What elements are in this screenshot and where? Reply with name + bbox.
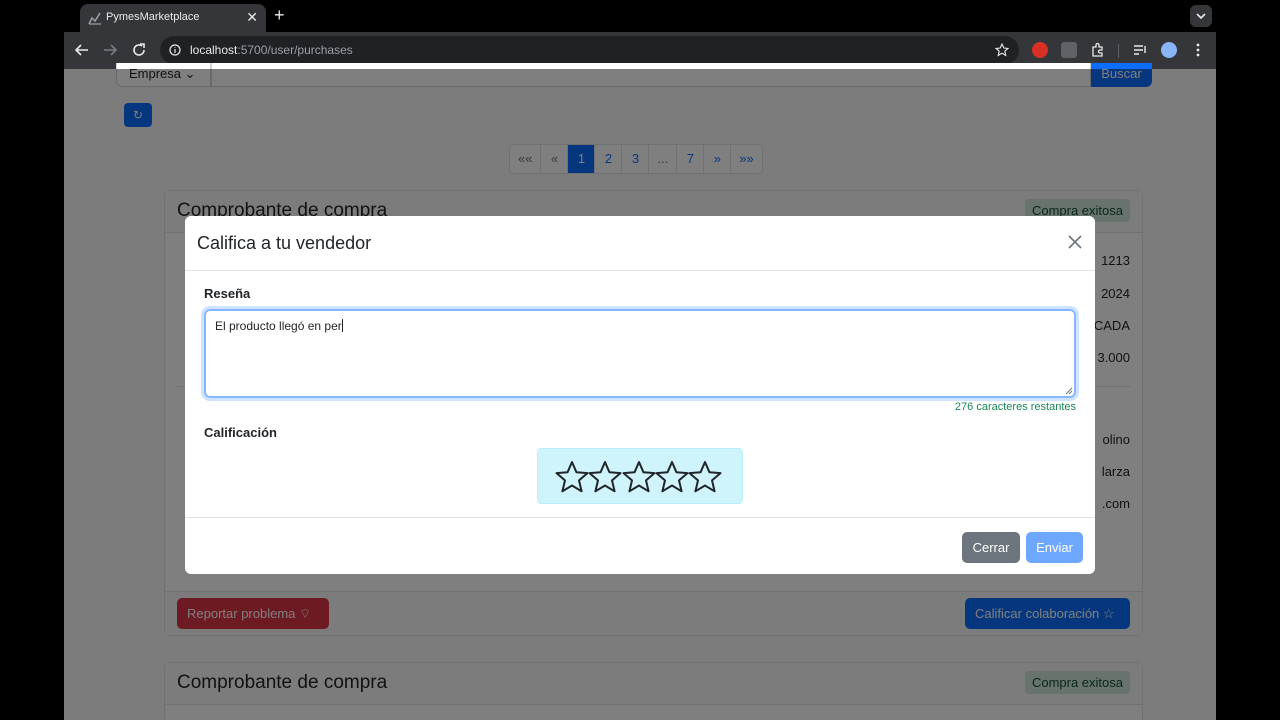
forward-icon[interactable]	[101, 41, 119, 59]
review-label: Reseña	[204, 286, 251, 301]
close-tab-icon[interactable]: ✕	[246, 9, 258, 25]
close-icon[interactable]	[1067, 234, 1083, 250]
modal-header: Califica a tu vendedor	[185, 216, 1095, 271]
info-icon[interactable]	[169, 44, 181, 56]
rate-seller-modal: Califica a tu vendedor Reseña El product…	[185, 216, 1095, 574]
star-icon[interactable]	[555, 460, 589, 494]
new-tab-icon[interactable]: +	[274, 6, 285, 24]
star-rating	[537, 448, 743, 504]
browser-tab[interactable]: PymesMarketplace ✕	[80, 4, 266, 32]
bookmark-star-icon[interactable]	[995, 43, 1009, 57]
close-button[interactable]: Cerrar	[962, 532, 1020, 563]
submit-button[interactable]: Enviar	[1026, 532, 1083, 563]
stop-extension-icon[interactable]	[1032, 42, 1048, 58]
menu-dots-icon[interactable]	[1190, 42, 1206, 58]
resize-handle-icon[interactable]	[1065, 387, 1073, 395]
image-extension-icon[interactable]	[1061, 42, 1077, 58]
star-icon[interactable]	[588, 460, 622, 494]
modal-title: Califica a tu vendedor	[197, 233, 372, 253]
back-icon[interactable]	[73, 41, 91, 59]
star-icon[interactable]	[688, 460, 722, 494]
chart-icon	[88, 12, 101, 25]
character-counter: 276 caracteres restantes	[954, 401, 1076, 413]
browser-window: PymesMarketplace ✕ + localhost:5700/user…	[64, 0, 1216, 720]
text-caret	[341, 319, 343, 332]
tab-bar: PymesMarketplace ✕ +	[64, 0, 1216, 32]
star-icon[interactable]	[655, 460, 689, 494]
extensions-puzzle-icon[interactable]	[1090, 42, 1106, 58]
rating-label: Calificación	[204, 425, 277, 440]
url-text: localhost:5700/user/purchases	[190, 43, 353, 57]
review-text: El producto llegó en per	[215, 319, 342, 333]
star-icon[interactable]	[622, 460, 656, 494]
review-textarea[interactable]: El producto llegó en per	[204, 309, 1076, 398]
tab-title: PymesMarketplace	[106, 11, 200, 23]
profile-avatar-icon[interactable]	[1161, 42, 1177, 58]
toolbar-divider	[1118, 44, 1119, 58]
chevron-down-icon	[1196, 13, 1206, 20]
address-bar[interactable]: localhost:5700/user/purchases	[160, 36, 1019, 64]
reload-icon[interactable]	[130, 41, 148, 59]
reading-list-icon[interactable]	[1132, 42, 1148, 58]
modal-footer: Cerrar Enviar	[185, 517, 1095, 574]
tab-search-button[interactable]	[1190, 5, 1212, 27]
